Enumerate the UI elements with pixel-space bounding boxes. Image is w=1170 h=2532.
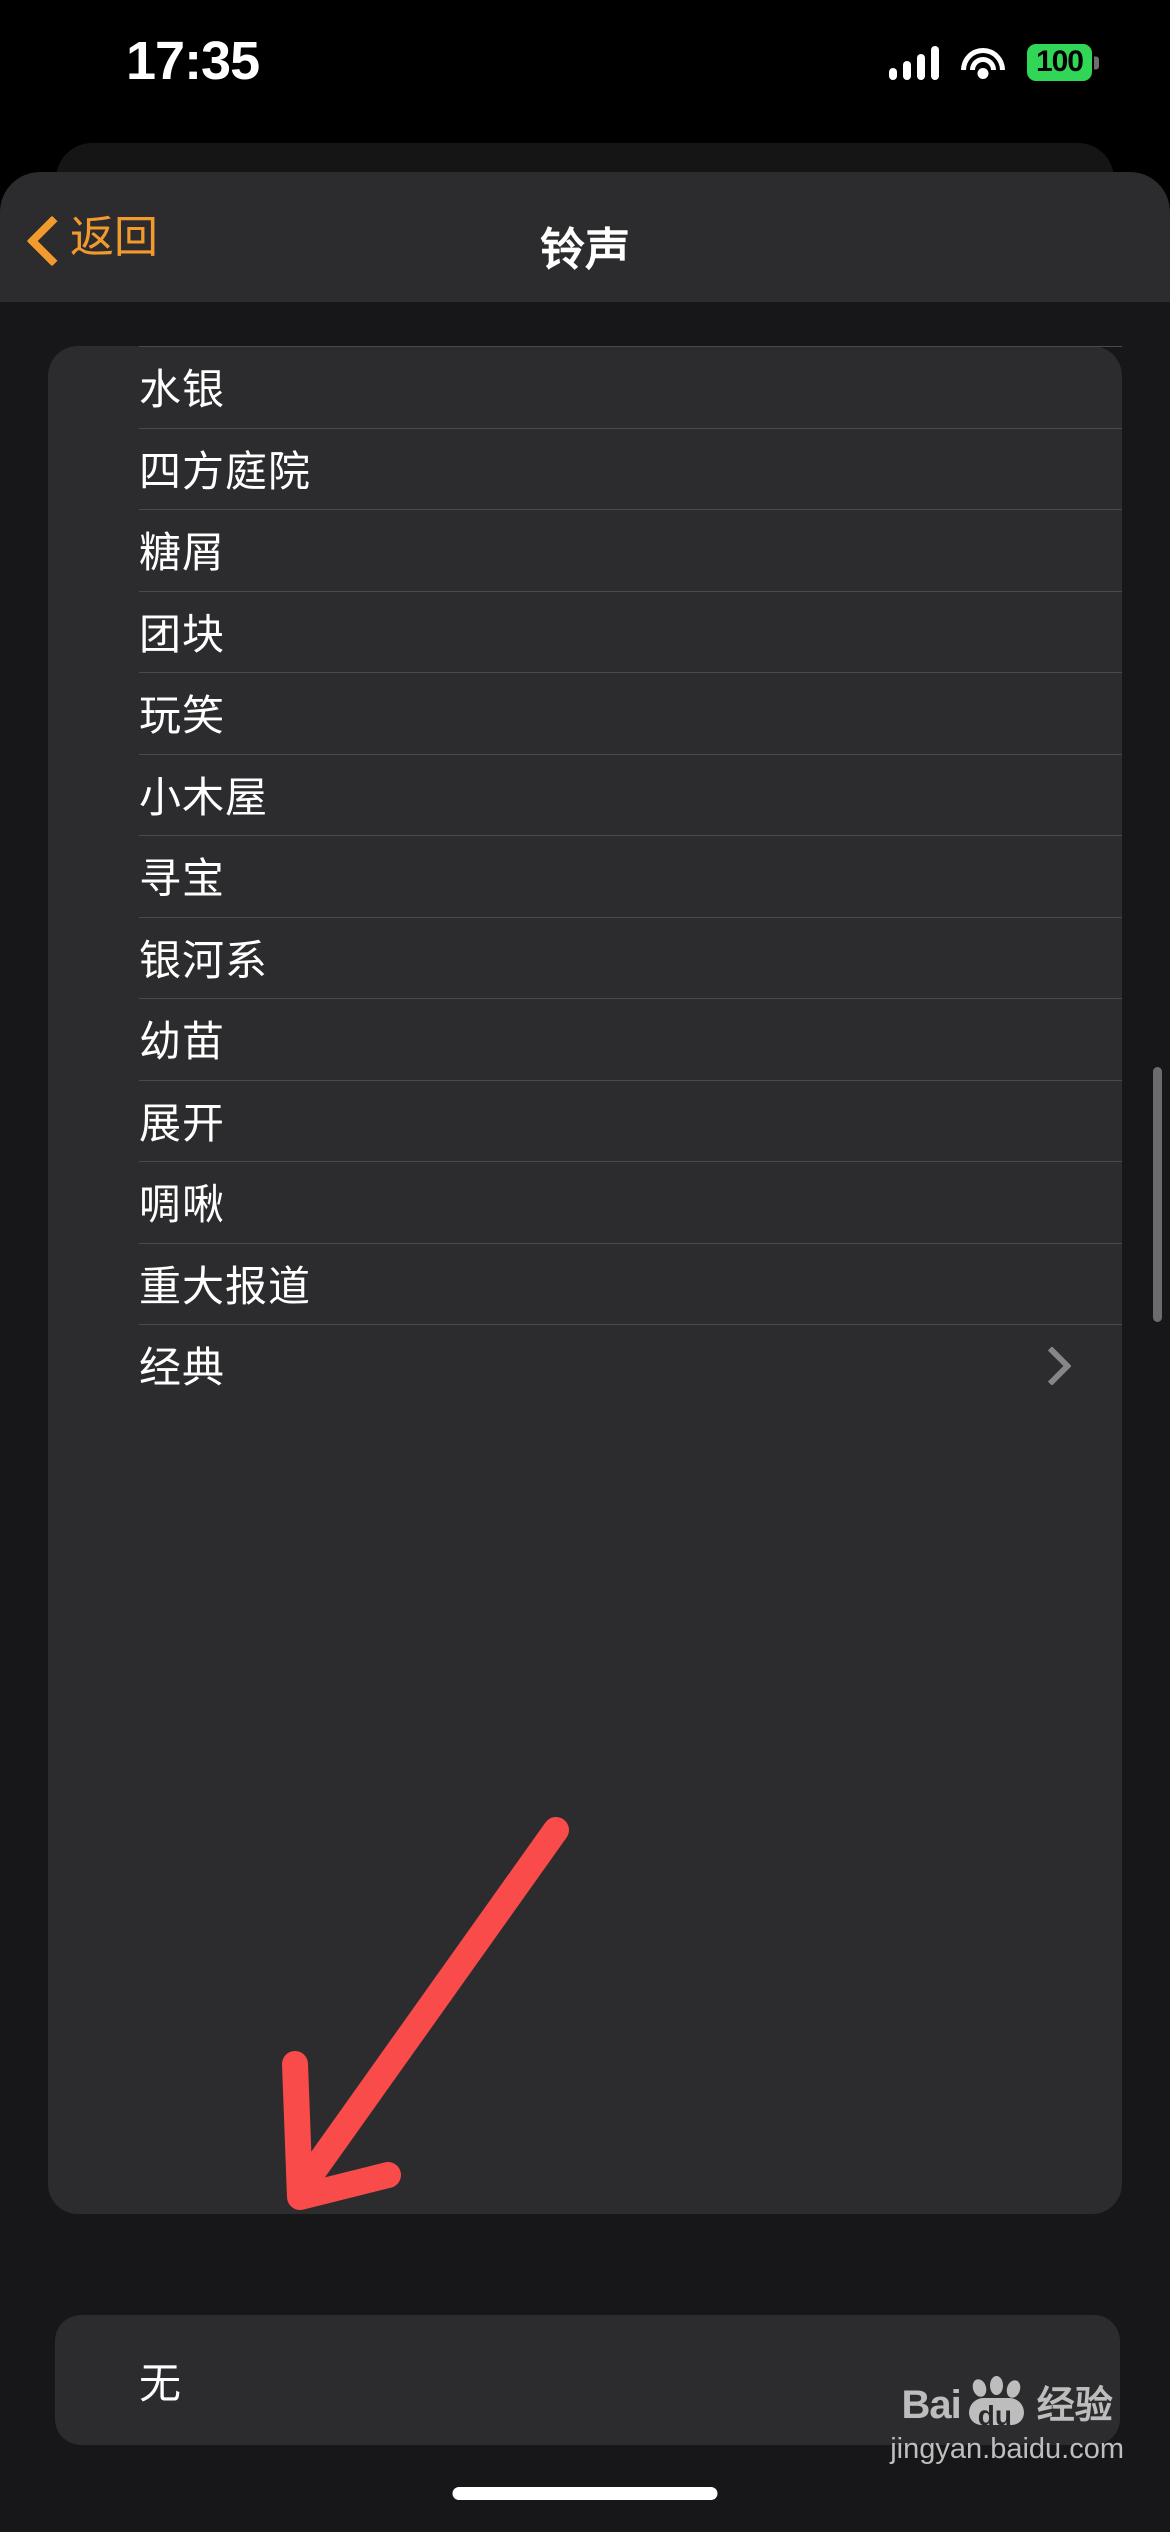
home-indicator[interactable] xyxy=(452,2487,718,2500)
list-item[interactable]: 玩笑 xyxy=(48,672,1122,754)
list-item[interactable]: 水银 xyxy=(48,346,1122,428)
list-item-label: 展开 xyxy=(139,1099,226,1147)
list-item[interactable]: 重大报道 xyxy=(48,1242,1122,1325)
status-bar-indicators: 100 xyxy=(888,44,1092,81)
baidu-logo: Bai du 经验 xyxy=(901,2376,1113,2430)
vertical-scrollbar[interactable] xyxy=(1153,1067,1162,1322)
list-item[interactable]: 团块 xyxy=(48,590,1122,673)
battery-icon: 100 xyxy=(1026,44,1092,81)
list-item-label: 玩笑 xyxy=(139,692,226,740)
list-item-label: 小木屋 xyxy=(139,773,269,821)
list-item-label: 经典 xyxy=(139,1344,226,1392)
list-item[interactable]: 小木屋 xyxy=(48,753,1122,836)
watermark-brand-suffix: 经验 xyxy=(1036,2385,1113,2427)
watermark-url: jingyan.baidu.com xyxy=(890,2433,1124,2465)
list-item-label: 幼苗 xyxy=(139,1018,226,1066)
list-item[interactable]: 寻宝 xyxy=(48,835,1122,917)
ringtone-sheet: 返回 铃声 水银 四方庭院 糖屑 团块 玩笑 小木屋 寻宝 银河系 幼苗 展开 … xyxy=(0,172,1170,2532)
navigation-bar: 返回 铃声 xyxy=(0,172,1170,302)
cellular-signal-icon xyxy=(888,45,939,80)
list-item[interactable]: 糖屑 xyxy=(48,509,1122,591)
list-item[interactable]: 幼苗 xyxy=(48,998,1122,1080)
watermark: Bai du 经验 jingyan.baidu.com xyxy=(890,2376,1124,2466)
list-item-label: 糖屑 xyxy=(139,529,226,577)
list-item-label: 四方庭院 xyxy=(139,447,312,495)
scroll-content: 水银 四方庭院 糖屑 团块 玩笑 小木屋 寻宝 银河系 幼苗 展开 啁啾 重大报… xyxy=(0,302,1170,2532)
wifi-icon xyxy=(960,46,1005,80)
list-item-label: 银河系 xyxy=(139,936,269,984)
chevron-right-icon xyxy=(1038,1347,1058,1383)
list-item-classic[interactable]: 经典 xyxy=(48,1324,1122,1406)
none-option-label: 无 xyxy=(139,2359,183,2407)
list-item[interactable]: 展开 xyxy=(48,1079,1122,1162)
list-item[interactable]: 银河系 xyxy=(48,916,1122,999)
list-item-label: 重大报道 xyxy=(139,1262,312,1310)
list-item-label: 水银 xyxy=(139,366,226,414)
list-item[interactable]: 啁啾 xyxy=(48,1161,1122,1243)
list-item-label: 寻宝 xyxy=(139,855,226,903)
page-title: 铃声 xyxy=(539,224,630,275)
status-bar: 17:35 100 xyxy=(0,0,1170,130)
watermark-brand-prefix: Bai xyxy=(901,2383,961,2427)
list-item-label: 团块 xyxy=(139,610,226,658)
watermark-brand-inner: du xyxy=(977,2400,1012,2431)
status-bar-time: 17:35 xyxy=(126,31,260,91)
ringtone-list: 水银 四方庭院 糖屑 团块 玩笑 小木屋 寻宝 银河系 幼苗 展开 啁啾 重大报… xyxy=(48,346,1122,2214)
list-item-label: 啁啾 xyxy=(139,1181,226,1229)
list-item[interactable]: 四方庭院 xyxy=(48,427,1122,510)
phone-screen: 17:35 100 返回 铃声 水银 四方庭院 糖屑 团块 玩笑 小木屋 寻宝 … xyxy=(0,0,1170,2532)
baidu-paw-icon: du xyxy=(965,2376,1027,2430)
